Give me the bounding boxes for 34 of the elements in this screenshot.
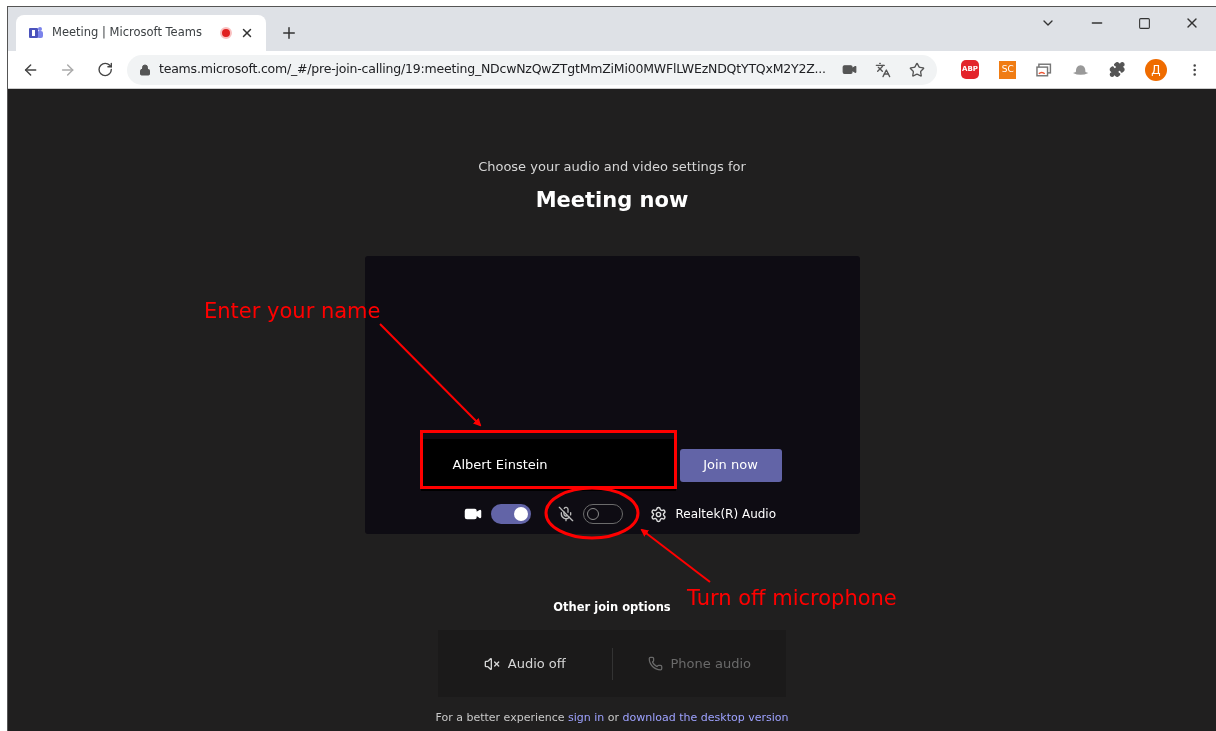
camera-icon[interactable] <box>841 62 857 77</box>
meeting-title: Meeting now <box>535 186 689 214</box>
browser-tab[interactable]: Meeting | Microsoft Teams <box>16 15 266 51</box>
settings-subtitle: Choose your audio and video settings for <box>478 158 746 176</box>
bookmark-star-icon[interactable] <box>908 61 925 78</box>
sign-in-link[interactable]: sign in <box>568 711 605 725</box>
speaker-off-icon <box>483 655 500 672</box>
phone-icon <box>647 656 663 672</box>
annotation-label: Turn off microphone <box>687 585 897 612</box>
annotation-label: Enter your name <box>204 298 381 325</box>
download-link[interactable]: download the desktop version <box>622 711 789 725</box>
name-input-field[interactable]: Albert Einstein <box>420 439 676 491</box>
hat-icon[interactable] <box>1071 63 1090 76</box>
screens-icon[interactable] <box>1036 62 1052 77</box>
maximize-icon[interactable] <box>1138 16 1151 30</box>
join-now-button[interactable]: Join now <box>679 448 782 482</box>
audio-device-label[interactable]: Realtek(R) Audio <box>675 505 777 523</box>
sign-in-hint: For a better experience sign in or download the desktop version <box>435 710 789 727</box>
mic-off-icon <box>557 506 574 522</box>
camera-toggle[interactable] <box>490 504 531 524</box>
url-text: teams.microsoft.com/_#/pre-join-calling/19:meeting_NDcwNzQwZTgtMmZiMi00MWFlLWEzNDQtYTQxM2Y2Z... <box>158 60 826 79</box>
other-options-heading: Other join options <box>553 599 671 616</box>
settings-icon[interactable] <box>649 505 667 523</box>
arrow <box>640 528 711 583</box>
lock-icon <box>138 63 151 76</box>
reload-icon[interactable] <box>96 61 113 78</box>
tab-title: Meeting | Microsoft Teams <box>52 24 202 42</box>
address-bar[interactable]: teams.microsoft.com/_#/pre-join-calling/19:meeting_NDcwNzQwZTgtMmZiMi00MWFlLWEzNDQtYTQxM2Y2Z... <box>126 54 937 85</box>
teams-logo-icon <box>28 25 44 41</box>
translate-icon[interactable] <box>874 61 891 78</box>
extensions-icon[interactable] <box>1109 61 1126 78</box>
new-tab-icon[interactable] <box>280 24 298 42</box>
audio-off-option[interactable]: Audio off <box>438 654 612 674</box>
close-tab-icon[interactable] <box>240 26 254 40</box>
